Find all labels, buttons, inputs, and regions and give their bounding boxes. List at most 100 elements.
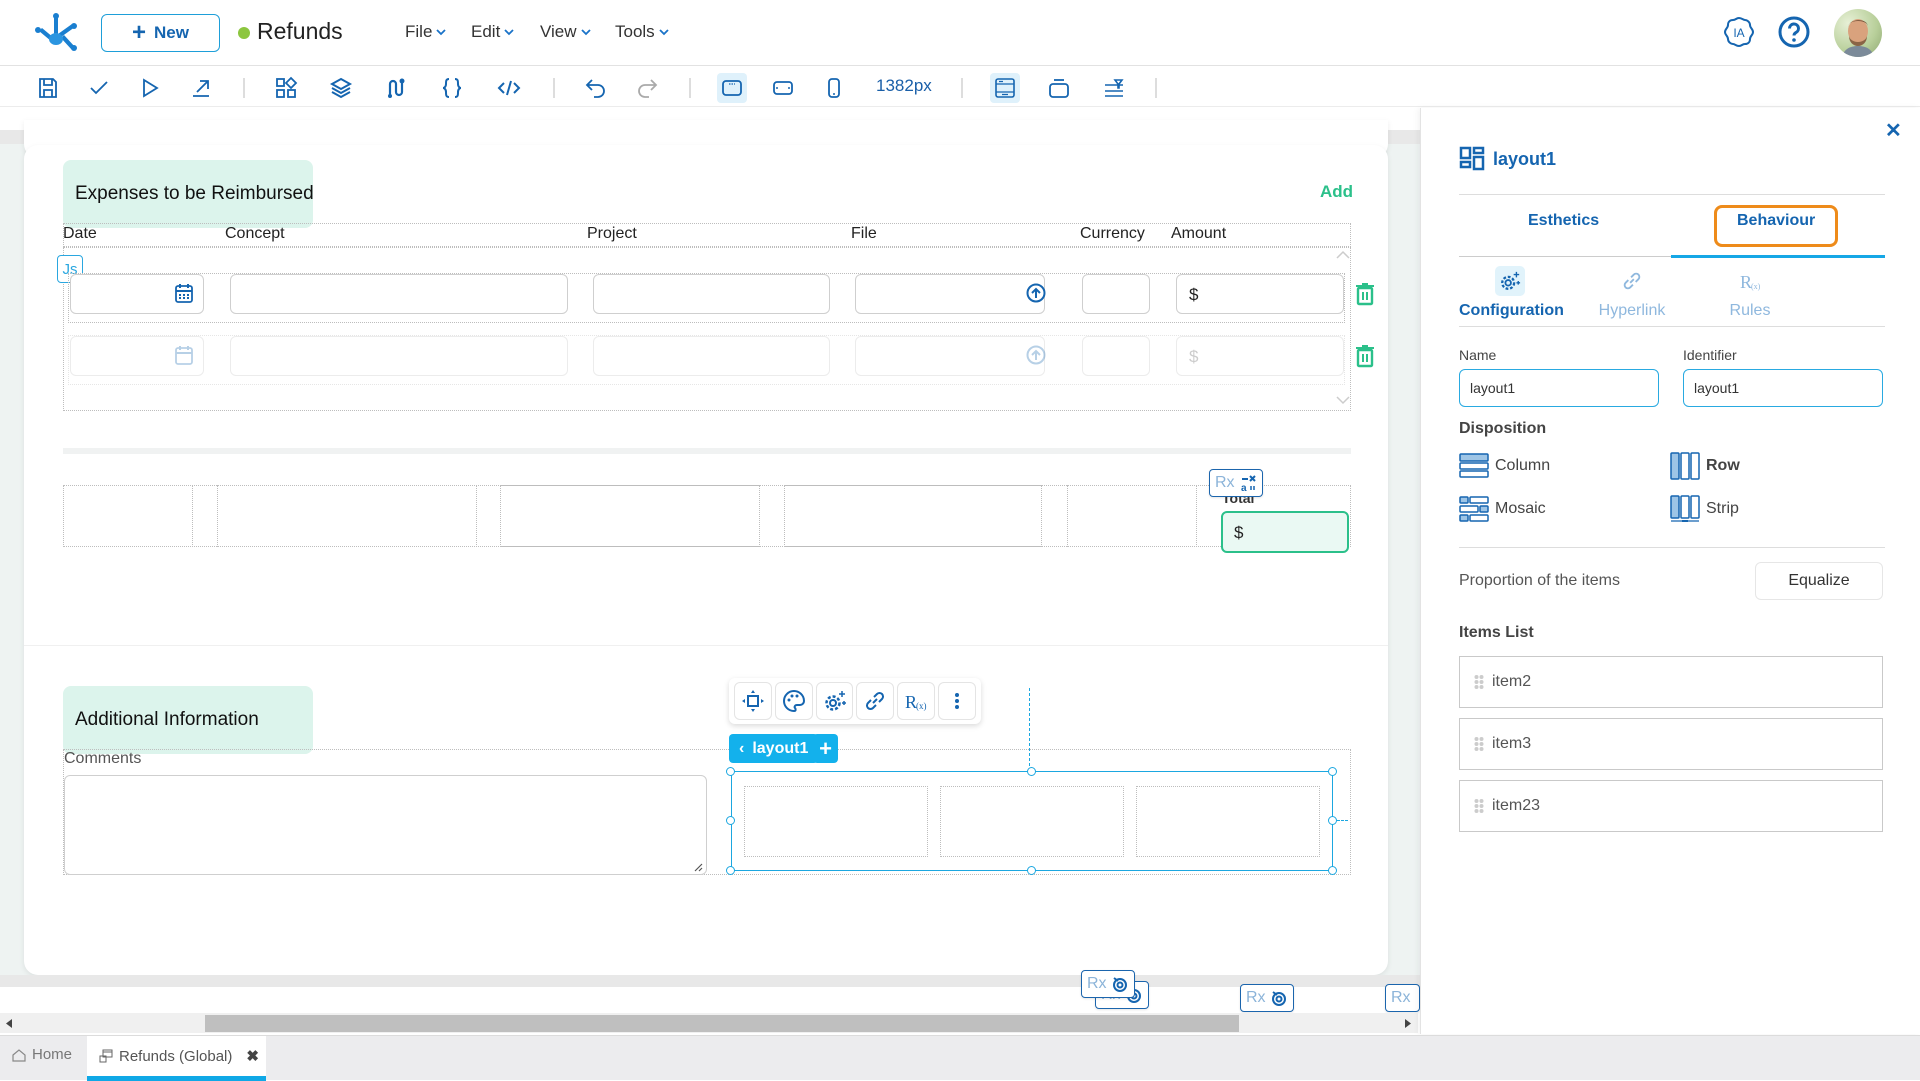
scroll-left-arrow-icon[interactable] (6, 1019, 12, 1028)
currency-input[interactable] (1082, 274, 1150, 314)
desktop-view-button[interactable] (717, 73, 747, 103)
file-input[interactable] (855, 336, 1045, 376)
horizontal-scrollbar[interactable] (0, 1013, 1418, 1033)
resize-handle[interactable] (1328, 816, 1337, 825)
undo-button[interactable] (581, 73, 611, 103)
menu-view[interactable]: View (540, 22, 591, 42)
save-button[interactable] (33, 73, 63, 103)
total-input[interactable]: $ (1221, 511, 1349, 553)
subtab-hyperlink-label: Hyperlink (1598, 302, 1666, 319)
resize-handle[interactable] (1027, 866, 1036, 875)
new-button[interactable]: + New (101, 14, 220, 52)
disposition-mosaic[interactable]: Mosaic (1459, 495, 1546, 523)
subtab-rules[interactable]: R (x) Rules (1695, 266, 1805, 320)
rule-badge[interactable]: Rx (1081, 970, 1135, 998)
more-options-button[interactable] (938, 682, 976, 720)
upload-icon[interactable] (1026, 283, 1046, 303)
tab-home[interactable]: Home (12, 1046, 72, 1063)
app-logo-icon[interactable] (34, 12, 78, 54)
esthetics-button[interactable] (774, 682, 813, 720)
ai-assistant-icon[interactable]: IA (1722, 15, 1756, 49)
project-input[interactable] (593, 336, 830, 376)
calendar-icon[interactable] (175, 283, 193, 303)
calendar-icon[interactable] (175, 345, 193, 365)
drag-handle-icon (1474, 737, 1484, 751)
configuration-button[interactable] (815, 682, 854, 720)
rule-badge[interactable]: Rx (1385, 984, 1420, 1012)
resize-handle[interactable] (726, 767, 735, 776)
variables-button[interactable] (437, 73, 467, 103)
export-button[interactable] (186, 73, 216, 103)
disposition-column[interactable]: Column (1459, 452, 1550, 480)
user-avatar[interactable] (1834, 9, 1882, 57)
layout-item-slot[interactable] (940, 786, 1124, 857)
scrollbar-thumb[interactable] (205, 1015, 1239, 1032)
amount-input[interactable]: $ (1176, 336, 1344, 376)
validate-button[interactable] (84, 73, 114, 103)
top-header: + New Refunds File Edit View Tools IA (0, 0, 1920, 66)
run-button[interactable] (135, 73, 165, 103)
tab-esthetics[interactable]: Esthetics (1528, 212, 1599, 230)
amount-input[interactable]: $ (1176, 274, 1344, 314)
concept-input[interactable] (230, 336, 568, 376)
code-button[interactable] (494, 73, 524, 103)
layout-item-slot[interactable] (1136, 786, 1320, 857)
identifier-input[interactable]: layout1 (1683, 369, 1883, 407)
move-button[interactable] (734, 682, 772, 720)
scroll-down-icon[interactable] (1336, 395, 1350, 405)
currency-input[interactable] (1082, 336, 1150, 376)
list-item[interactable]: item3 (1459, 718, 1883, 770)
resize-handle[interactable] (1027, 767, 1036, 776)
redo-button[interactable] (632, 73, 662, 103)
upload-icon[interactable] (1026, 345, 1046, 365)
menu-edit[interactable]: Edit (471, 22, 514, 42)
resize-handle-icon[interactable] (693, 862, 703, 872)
layers-button[interactable] (326, 73, 356, 103)
concept-input[interactable] (230, 274, 568, 314)
menu-file[interactable]: File (405, 22, 447, 42)
close-tab-icon[interactable]: ✖ (246, 1047, 259, 1065)
comments-textarea[interactable] (64, 775, 707, 875)
add-row-link[interactable]: Add (1320, 182, 1353, 202)
delete-row-icon[interactable] (1354, 344, 1376, 368)
tab-behaviour[interactable]: Behaviour (1737, 212, 1815, 230)
help-icon[interactable] (1777, 15, 1811, 49)
list-item[interactable]: item2 (1459, 656, 1883, 708)
container-button[interactable] (1044, 73, 1074, 103)
name-input[interactable]: layout1 (1459, 369, 1659, 407)
file-input[interactable] (855, 274, 1045, 314)
resize-handle[interactable] (1328, 767, 1337, 776)
hyperlink-button[interactable] (856, 682, 895, 720)
link-icon (1617, 266, 1647, 296)
delete-row-icon[interactable] (1354, 282, 1376, 306)
flow-button[interactable] (381, 73, 411, 103)
list-item[interactable]: item23 (1459, 780, 1883, 832)
disposition-strip[interactable]: Strip (1670, 495, 1739, 523)
resize-handle[interactable] (1328, 866, 1337, 875)
components-button[interactable] (271, 73, 301, 103)
selected-element-chip[interactable]: ‹ layout1 (729, 734, 819, 763)
tab-refunds-global[interactable]: Refunds (Global) ✖ (87, 1036, 266, 1081)
subtab-configuration[interactable]: Configuration (1457, 266, 1567, 320)
layout-frame-button[interactable] (990, 73, 1020, 103)
filter-button[interactable] (1099, 73, 1129, 103)
mobile-view-button[interactable] (819, 73, 849, 103)
resize-handle[interactable] (726, 866, 735, 875)
equalize-button[interactable]: Equalize (1755, 562, 1883, 600)
layout-item-slot[interactable] (744, 786, 928, 857)
menu-tools[interactable]: Tools (615, 22, 669, 42)
filter-icon (1105, 79, 1124, 97)
rule-badge[interactable]: Rx (1240, 984, 1294, 1012)
project-input[interactable] (593, 274, 830, 314)
resize-handle[interactable] (726, 816, 735, 825)
subtab-hyperlink[interactable]: Hyperlink (1577, 266, 1687, 320)
rules-button[interactable]: R (x) (897, 682, 936, 720)
tablet-view-button[interactable] (768, 73, 798, 103)
home-icon (12, 1048, 26, 1062)
scroll-up-icon[interactable] (1336, 250, 1350, 260)
rule-badge[interactable]: Rx a (1209, 469, 1263, 497)
add-child-button[interactable]: + (813, 734, 838, 763)
close-panel-button[interactable]: ✕ (1885, 118, 1902, 143)
scroll-right-arrow-icon[interactable] (1405, 1019, 1411, 1028)
disposition-row[interactable]: Row (1670, 452, 1740, 480)
